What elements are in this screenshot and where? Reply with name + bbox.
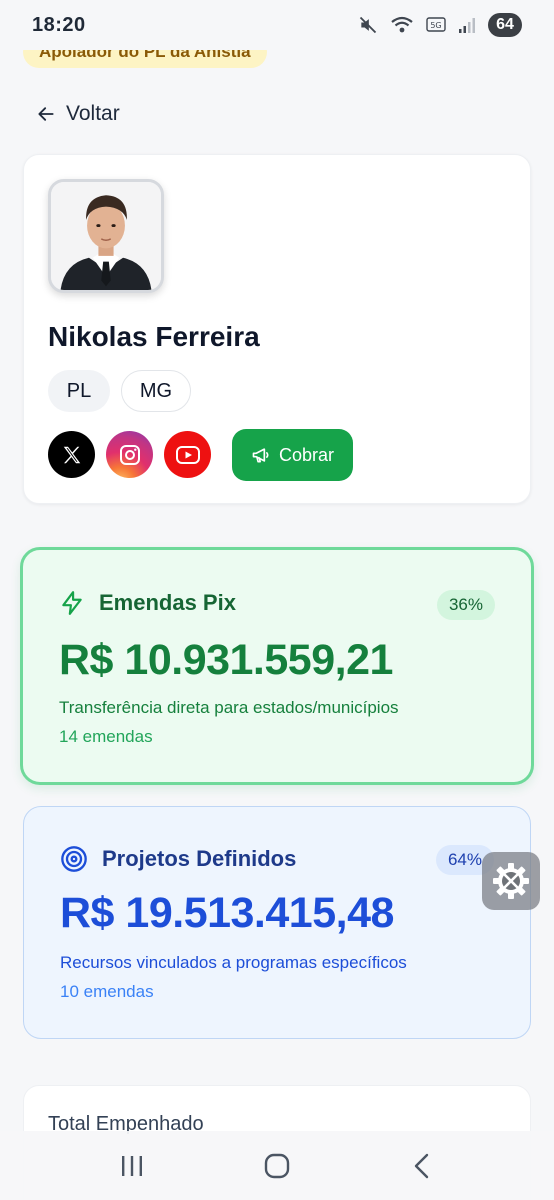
- status-bar: 18:20 5G 64: [0, 0, 554, 50]
- emendas-pix-card[interactable]: Emendas Pix 36% R$ 10.931.559,21 Transfe…: [20, 547, 534, 785]
- floating-tools-button[interactable]: [482, 852, 540, 910]
- instagram-icon: [119, 444, 140, 465]
- back-nav-button[interactable]: [392, 1141, 452, 1191]
- recent-apps-button[interactable]: [102, 1141, 162, 1191]
- home-icon: [264, 1153, 290, 1178]
- politician-name: Nikolas Ferreira: [48, 321, 260, 352]
- projetos-definidos-card[interactable]: Projetos Definidos 64% R$ 19.513.415,48 …: [23, 806, 531, 1039]
- youtube-icon: [175, 445, 200, 464]
- app-screen: Apoiador do PL da Anistia 18:20 5G 64 Vo…: [0, 0, 554, 1200]
- emendas-pix-amount: R$ 10.931.559,21: [59, 636, 393, 684]
- emendas-pix-header: Emendas Pix: [59, 590, 236, 616]
- status-icons: 5G 64: [358, 13, 522, 37]
- emendas-pix-title: Emendas Pix: [99, 590, 236, 615]
- profile-card: Nikolas Ferreira PL MG Cobrar: [23, 154, 531, 504]
- arrow-left-icon: [38, 107, 54, 121]
- state-tag: MG: [121, 370, 191, 412]
- emendas-pix-percent: 36%: [436, 590, 495, 620]
- instagram-link-button[interactable]: [106, 431, 153, 478]
- home-button[interactable]: [247, 1141, 307, 1191]
- projetos-header: Projetos Definidos: [60, 845, 296, 873]
- tools-gear-icon: [493, 863, 529, 899]
- projetos-title: Projetos Definidos: [102, 846, 297, 871]
- party-tag: PL: [48, 370, 110, 412]
- emendas-pix-count: 14 emendas: [59, 727, 153, 746]
- chevron-left-icon: [414, 1153, 428, 1178]
- cobrar-button[interactable]: Cobrar: [232, 429, 353, 481]
- back-link[interactable]: Voltar: [36, 102, 120, 126]
- wifi-icon: [391, 16, 413, 33]
- recent-apps-icon: [122, 1155, 143, 1176]
- emendas-pix-description: Transferência direta para estados/municí…: [59, 698, 399, 717]
- lightning-icon: [62, 591, 82, 615]
- back-label: Voltar: [66, 102, 120, 125]
- avatar: [48, 179, 164, 293]
- avatar-photo: [51, 182, 161, 290]
- network-5g-icon: 5G: [426, 17, 446, 32]
- target-icon: [61, 846, 87, 872]
- youtube-link-button[interactable]: [164, 431, 211, 478]
- system-nav-bar: [0, 1131, 554, 1200]
- x-link-button[interactable]: [48, 431, 95, 478]
- projetos-amount: R$ 19.513.415,48: [60, 889, 394, 937]
- signal-icon: [459, 18, 475, 33]
- status-time: 18:20: [32, 13, 86, 36]
- svg-text:5G: 5G: [430, 21, 441, 30]
- cobrar-label: Cobrar: [278, 444, 335, 465]
- projetos-count: 10 emendas: [60, 982, 154, 1001]
- x-logo-icon: [63, 446, 80, 463]
- megaphone-icon: [252, 448, 269, 463]
- battery-indicator: 64: [488, 13, 522, 37]
- projetos-description: Recursos vinculados a programas específi…: [60, 953, 407, 972]
- mute-icon: [359, 16, 377, 34]
